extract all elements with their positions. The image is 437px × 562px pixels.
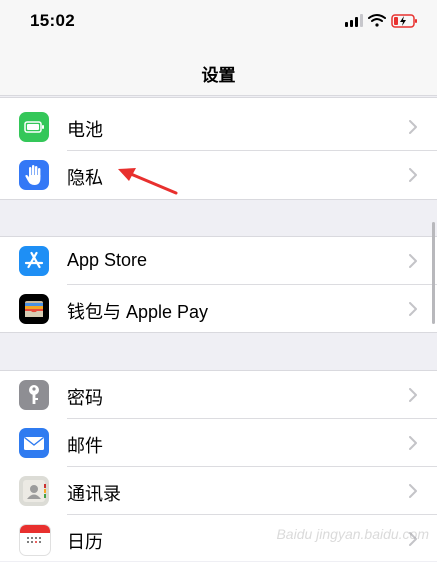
settings-item-wallet[interactable]: 钱包与 Apple Pay [0,285,437,332]
settings-item-label: 邮件 [67,436,103,456]
wallet-icon [19,294,49,324]
scroll-indicator[interactable] [432,222,435,324]
settings-item-label: 通讯录 [67,484,121,504]
battery-charging-icon [391,14,417,28]
settings-item-label: 电池 [67,120,103,140]
chevron-right-icon [409,484,417,498]
settings-item-passwords[interactable]: 密码 [0,371,437,418]
calendar-icon [19,524,51,556]
status-icons [345,13,419,29]
key-icon [19,380,49,410]
chevron-right-icon [409,436,417,450]
settings-group-1: 电池 隐私 [0,97,437,200]
settings-group-2: App Store 钱包与 Apple Pay [0,236,437,333]
settings-item-label: 钱包与 Apple Pay [67,302,209,322]
chevron-right-icon [409,168,417,182]
battery-icon [19,112,49,142]
app-store-icon [19,246,49,276]
annotation-arrow-icon [118,168,178,195]
settings-item-battery[interactable]: 电池 [0,103,437,150]
privacy-hand-icon [19,160,49,190]
settings-item-label: 隐私 [67,168,103,188]
wifi-icon [368,14,386,27]
contacts-icon [19,476,49,506]
settings-item-label: 密码 [67,388,103,408]
status-bar: 15:02 [0,0,437,48]
status-time: 15:02 [30,11,75,30]
cellular-signal-icon [345,14,363,27]
settings-item-label: App Store [67,250,148,270]
mail-icon [19,428,49,458]
chevron-right-icon [409,388,417,402]
settings-item-contacts[interactable]: 通讯录 [0,467,437,514]
page-title: 设置 [201,66,236,85]
chevron-right-icon [409,254,417,268]
chevron-right-icon [409,120,417,134]
settings-item-app-store[interactable]: App Store [0,237,437,284]
settings-item-mail[interactable]: 邮件 [0,419,437,466]
settings-item-privacy[interactable]: 隐私 [0,151,437,198]
settings-item-label: 日历 [67,532,103,552]
watermark: Baidu jingyan.baidu.com [276,526,429,542]
chevron-right-icon [409,302,417,316]
nav-bar: 设置 [0,48,437,96]
